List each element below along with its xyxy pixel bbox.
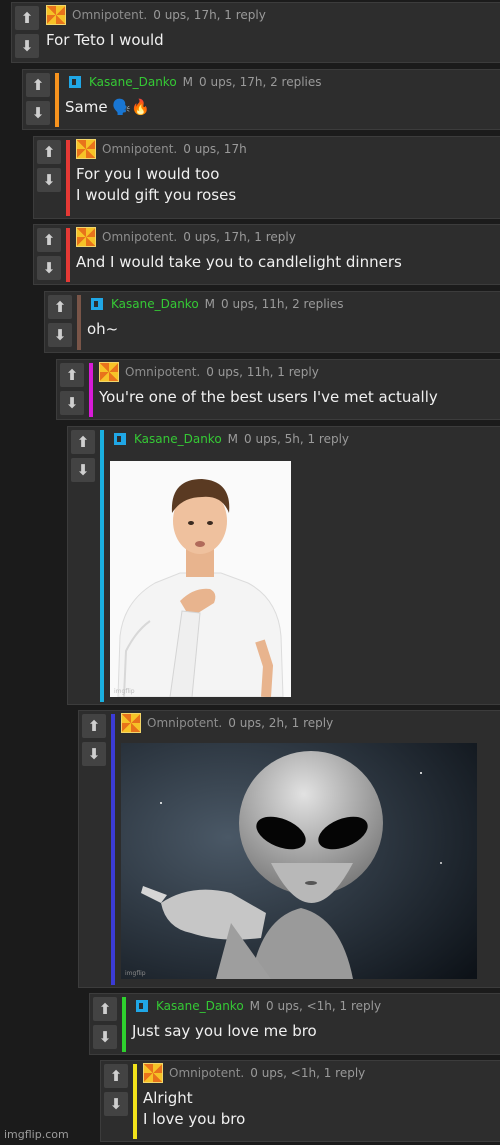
username-link[interactable]: Omnipotent. [72,8,147,22]
comment: ⬆ ⬇ Omnipotent. 0 ups, 17h For you I wou… [33,136,500,219]
thread-color-bar [77,295,81,350]
downvote-arrow-icon[interactable]: ⬇ [60,391,84,415]
vote-column: ⬆ ⬇ [90,994,120,1054]
svg-text:imgflip: imgflip [114,688,135,695]
comment: ⬆ ⬇ Kasane_Danko M 0 ups, 11h, 2 replies… [44,291,500,353]
downvote-arrow-icon[interactable]: ⬇ [82,742,106,766]
upvote-arrow-icon[interactable]: ⬆ [37,228,61,252]
username-link[interactable]: Kasane_Danko [134,432,222,446]
comment: ⬆ ⬇ Omnipotent. 0 ups, <1h, 1 reply Alri… [100,1060,500,1142]
username-link[interactable]: Kasane_Danko [156,999,244,1013]
comment: ⬆ ⬇ Kasane_Danko M 0 ups, 17h, 2 replies… [22,69,500,130]
comment-text: And I would take you to candlelight dinn… [76,253,402,271]
comment-stats: 0 ups, 2h, 1 reply [228,716,334,730]
comment-text: Alright I love you bro [143,1089,246,1128]
upvote-arrow-icon[interactable]: ⬆ [15,6,39,30]
thread-color-bar [66,140,70,216]
vote-column: ⬆ ⬇ [68,427,98,704]
comment-stats: 0 ups, 11h, 2 replies [221,297,344,311]
user-flair: M [204,297,216,311]
user-avatar-icon[interactable] [46,5,66,25]
comment-image-man-hand-on-chest[interactable]: imgflip [110,461,291,697]
user-avatar-icon[interactable] [143,1063,163,1083]
thread-color-bar [66,228,70,282]
user-flair: M [249,999,261,1013]
vote-column: ⬆ ⬇ [12,3,42,62]
comment: ⬆ ⬇ Omnipotent. 0 ups, 2h, 1 reply imgfl… [78,710,500,988]
user-avatar-icon[interactable] [69,76,81,88]
thread-color-bar [111,714,115,985]
downvote-arrow-icon[interactable]: ⬇ [37,168,61,192]
vote-column: ⬆ ⬇ [34,225,64,284]
comment-stats: 0 ups, <1h, 1 reply [266,999,382,1013]
comment-stats: 0 ups, <1h, 1 reply [250,1066,366,1080]
vote-column: ⬆ ⬇ [45,292,75,352]
downvote-arrow-icon[interactable]: ⬇ [48,323,72,347]
user-avatar-icon[interactable] [76,227,96,247]
user-avatar-icon[interactable] [99,362,119,382]
upvote-arrow-icon[interactable]: ⬆ [104,1064,128,1088]
user-avatar-icon[interactable] [91,298,103,310]
username-link[interactable]: Kasane_Danko [111,297,199,311]
downvote-arrow-icon[interactable]: ⬇ [15,34,39,58]
upvote-arrow-icon[interactable]: ⬆ [71,430,95,454]
comment-text: oh~ [87,320,119,338]
user-avatar-icon[interactable] [121,713,141,733]
downvote-arrow-icon[interactable]: ⬇ [104,1092,128,1116]
comment: ⬆ ⬇ Kasane_Danko M 0 ups, <1h, 1 reply J… [89,993,500,1055]
username-link[interactable]: Kasane_Danko [89,75,177,89]
comment: ⬆ ⬇ Omnipotent. 0 ups, 11h, 1 reply You'… [56,359,500,420]
upvote-arrow-icon[interactable]: ⬆ [37,140,61,164]
comment-stats: 0 ups, 17h, 2 replies [199,75,322,89]
username-link[interactable]: Omnipotent. [102,142,177,156]
username-link[interactable]: Omnipotent. [169,1066,244,1080]
comment: ⬆ ⬇ Omnipotent. 0 ups, 17h, 1 reply And … [33,224,500,285]
imgflip-watermark: imgflip.com [4,1128,69,1141]
vote-column: ⬆ ⬇ [57,360,87,419]
comment-text: For Teto I would [46,31,164,49]
comment-stats: 0 ups, 11h, 1 reply [206,365,319,379]
user-avatar-icon[interactable] [136,1000,148,1012]
comment-text: Same 🗣️🔥 [65,98,150,116]
comment-text: Just say you love me bro [132,1022,317,1040]
user-flair: M [227,432,239,446]
svg-text:imgflip: imgflip [125,970,146,977]
upvote-arrow-icon[interactable]: ⬆ [60,363,84,387]
comment-stats: 0 ups, 17h, 1 reply [153,8,266,22]
comment-stats: 0 ups, 17h, 1 reply [183,230,296,244]
thread-color-bar [89,363,93,417]
downvote-arrow-icon[interactable]: ⬇ [71,458,95,482]
thread-color-bar [55,73,59,127]
upvote-arrow-icon[interactable]: ⬆ [48,295,72,319]
downvote-arrow-icon[interactable]: ⬇ [37,256,61,280]
thread-color-bar [100,430,104,702]
username-link[interactable]: Omnipotent. [102,230,177,244]
comment-text: You're one of the best users I've met ac… [99,388,438,406]
downvote-arrow-icon[interactable]: ⬇ [93,1025,117,1049]
thread-color-bar [122,997,126,1052]
vote-column: ⬆ ⬇ [101,1061,131,1141]
vote-column: ⬆ ⬇ [23,70,53,129]
comment-text: For you I would too I would gift you ros… [76,165,237,204]
comment-image-alien-pointing[interactable]: imgflip [121,743,477,979]
vote-column: ⬆ ⬇ [79,711,109,987]
user-avatar-icon[interactable] [76,139,96,159]
vote-column: ⬆ ⬇ [34,137,64,218]
user-flair: M [182,75,194,89]
comment-stats: 0 ups, 5h, 1 reply [244,432,350,446]
comment: ⬆ ⬇ Kasane_Danko M 0 ups, 5h, 1 reply im… [67,426,500,705]
comment: ⬆ ⬇ Omnipotent. 0 ups, 17h, 1 reply For … [11,2,500,63]
username-link[interactable]: Omnipotent. [125,365,200,379]
upvote-arrow-icon[interactable]: ⬆ [26,73,50,97]
downvote-arrow-icon[interactable]: ⬇ [26,101,50,125]
upvote-arrow-icon[interactable]: ⬆ [93,997,117,1021]
thread-color-bar [133,1064,137,1139]
user-avatar-icon[interactable] [114,433,126,445]
comment-stats: 0 ups, 17h [183,142,247,156]
upvote-arrow-icon[interactable]: ⬆ [82,714,106,738]
username-link[interactable]: Omnipotent. [147,716,222,730]
